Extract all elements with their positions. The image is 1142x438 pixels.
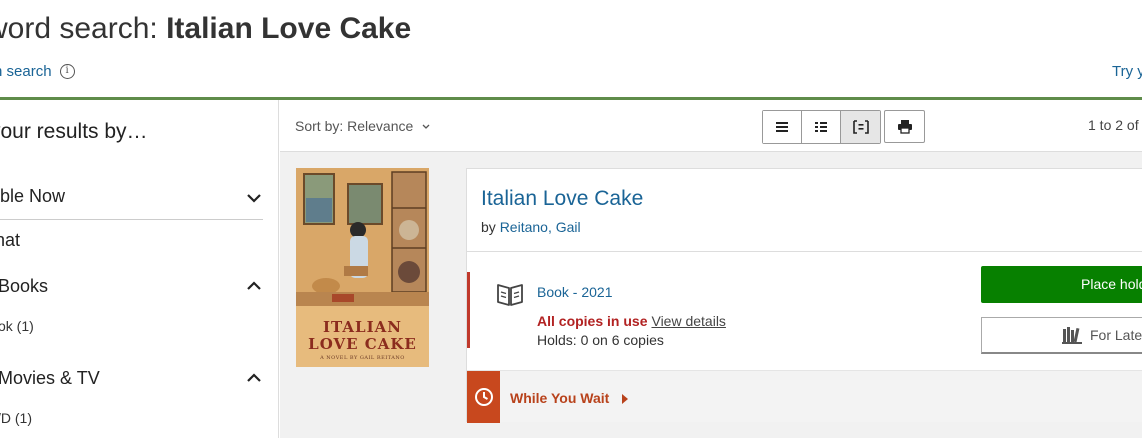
filter-movies-tv[interactable]: Movies & TV xyxy=(0,368,100,389)
cover-title-line1: ITALIAN xyxy=(323,318,402,336)
cover-title-line2: LOVE CAKE xyxy=(308,335,417,353)
result-title-link[interactable]: Italian Love Cake xyxy=(481,187,643,211)
print-icon xyxy=(897,120,912,134)
holds-info: Holds: 0 on 6 copies xyxy=(537,332,664,348)
detailed-list-icon xyxy=(815,122,827,132)
results-panel: Sort by: Relevance 1 to 2 of ITALIAN LOV… xyxy=(280,100,1142,438)
filter-available-now[interactable]: able Now xyxy=(0,186,65,207)
availability-status: All copies in use View details xyxy=(537,313,726,329)
search-results-page: word search: Italian Love Cake n search … xyxy=(0,0,1142,438)
card-icon xyxy=(852,120,869,134)
author-link[interactable]: Reitano, Gail xyxy=(500,219,581,235)
sort-label: Sort by: Relevance xyxy=(295,118,414,134)
while-you-wait-label: While You Wait xyxy=(510,390,610,406)
while-you-wait-bar[interactable]: While You Wait xyxy=(467,370,1142,423)
list-view-button[interactable] xyxy=(763,111,802,143)
for-later-label: For Later xyxy=(1090,327,1142,343)
result-card: Italian Love Cake by Reitano, Gail Book … xyxy=(466,168,1142,423)
book-icon xyxy=(497,284,523,306)
sidebar-title: your results by… xyxy=(0,120,148,143)
sidebar-divider xyxy=(0,219,263,220)
shelf-icon xyxy=(1062,327,1082,344)
availability-indicator xyxy=(467,272,470,348)
filter-option-book[interactable]: ok (1) xyxy=(0,318,34,334)
page-title: word search: Italian Love Cake xyxy=(0,12,412,45)
result-count: 1 to 2 of xyxy=(1088,117,1139,133)
author-line: by Reitano, Gail xyxy=(481,219,581,235)
refine-search-link[interactable]: n search i xyxy=(0,63,75,80)
card-view-button[interactable] xyxy=(841,111,880,143)
caret-right-icon xyxy=(622,394,628,404)
cover-author-line: A NOVEL BY GAIL REITANO xyxy=(320,355,405,361)
filter-books[interactable]: Books xyxy=(0,276,48,297)
detailed-list-view-button[interactable] xyxy=(802,111,841,143)
chevron-up-icon[interactable] xyxy=(246,370,262,386)
card-divider xyxy=(467,251,1142,252)
info-icon[interactable]: i xyxy=(59,64,75,79)
filter-sidebar: your results by… able Now nat Books ok (… xyxy=(0,100,279,438)
search-query: Italian Love Cake xyxy=(166,12,412,45)
for-later-button[interactable]: For Later xyxy=(981,317,1142,354)
availability-text: All copies in use xyxy=(537,313,648,329)
filter-option-dvd[interactable]: /D (1) xyxy=(0,410,32,426)
list-icon xyxy=(776,122,788,132)
sort-dropdown[interactable]: Sort by: Relevance xyxy=(295,118,431,134)
book-cover-image[interactable]: ITALIAN LOVE CAKE A NOVEL BY GAIL REITAN… xyxy=(296,168,429,367)
view-details-link[interactable]: View details xyxy=(651,313,725,329)
chevron-up-icon[interactable] xyxy=(246,278,262,294)
view-mode-group xyxy=(762,110,881,144)
chevron-down-icon[interactable] xyxy=(246,190,262,206)
filter-format-heading: nat xyxy=(0,230,21,250)
clock-icon xyxy=(467,371,500,423)
format-link[interactable]: Book - 2021 xyxy=(537,284,613,300)
try-link[interactable]: Try y xyxy=(1112,63,1142,80)
chevron-down-icon xyxy=(422,124,430,129)
results-toolbar: Sort by: Relevance 1 to 2 of xyxy=(280,100,1142,152)
place-hold-button[interactable]: Place hold xyxy=(981,266,1142,303)
print-button[interactable] xyxy=(884,110,925,143)
refine-search-label: n search xyxy=(0,63,52,80)
